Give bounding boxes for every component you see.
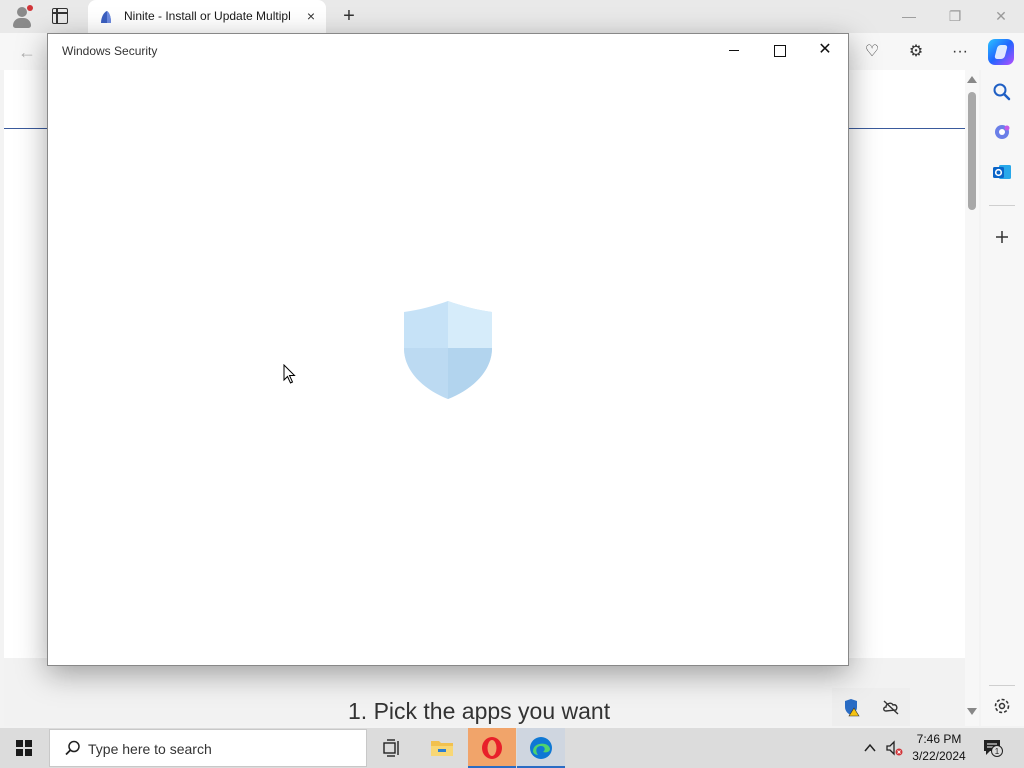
ninite-favicon-icon (101, 11, 111, 23)
volume-muted-icon[interactable] (884, 738, 904, 758)
add-icon[interactable] (990, 225, 1014, 249)
browser-close-icon[interactable]: ✕ (990, 6, 1012, 26)
file-explorer-button[interactable] (418, 728, 466, 768)
defender-warning-icon[interactable] (840, 696, 862, 718)
taskbar-search-box[interactable]: Type here to search (49, 729, 367, 767)
extensions-icon[interactable]: ⚙ (904, 40, 928, 64)
browser-sidebar (981, 70, 1024, 726)
sidebar-divider (989, 685, 1015, 686)
windows-security-dialog: Windows Security ✕ (47, 33, 849, 666)
outlook-icon[interactable] (990, 160, 1014, 184)
taskbar: Type here to search 7:46 PM 3/22/2024 1 (0, 728, 1024, 768)
copilot-icon[interactable] (988, 39, 1014, 65)
task-view-button[interactable] (368, 728, 416, 768)
sidebar-divider (989, 205, 1015, 206)
tab-title: Ninite - Install or Update Multipl (124, 9, 291, 23)
file-explorer-icon (431, 741, 453, 756)
dialog-maximize-icon[interactable] (764, 39, 794, 63)
mouse-cursor-icon (283, 364, 296, 384)
copilot-apps-icon[interactable] (990, 120, 1014, 144)
more-menu-icon[interactable]: ··· (948, 40, 972, 64)
chevron-up-icon[interactable] (860, 738, 880, 758)
dialog-minimize-icon[interactable] (719, 39, 749, 63)
clock-date[interactable]: 3/22/2024 (906, 749, 972, 763)
windows-start-icon[interactable] (16, 740, 32, 756)
page-scrollbar[interactable] (965, 70, 979, 726)
windows-security-shield-icon (404, 301, 492, 399)
scroll-thumb[interactable] (968, 92, 976, 210)
dialog-close-icon[interactable]: ✕ (810, 39, 840, 63)
opera-icon (482, 737, 502, 759)
opera-browser-button[interactable] (468, 728, 516, 768)
tab-actions-icon[interactable] (52, 8, 68, 24)
task-view-icon (383, 739, 399, 757)
dialog-title: Windows Security (62, 44, 158, 58)
search-icon (65, 740, 80, 756)
scroll-up-icon[interactable] (967, 76, 977, 83)
tab-close-icon[interactable]: × (302, 7, 320, 25)
browser-tab-bar: Ninite - Install or Update Multipl × + —… (0, 0, 1024, 33)
settings-icon[interactable] (990, 694, 1014, 718)
profile-avatar-icon[interactable] (10, 5, 34, 29)
edge-browser-button[interactable] (517, 728, 565, 768)
search-placeholder: Type here to search (88, 741, 212, 757)
browser-essentials-icon[interactable]: ♡ (860, 40, 884, 64)
search-icon[interactable] (990, 80, 1014, 104)
new-tab-icon[interactable]: + (338, 5, 360, 27)
browser-tab-ninite[interactable]: Ninite - Install or Update Multipl × (88, 0, 326, 33)
page-overlay-icons (832, 688, 910, 726)
page-heading: 1. Pick the apps you want (348, 698, 611, 724)
cloud-offline-icon[interactable] (880, 696, 902, 718)
edge-icon (530, 737, 552, 759)
notification-count: 1 (995, 747, 1000, 756)
back-arrow-icon[interactable]: ← (16, 41, 38, 63)
browser-minimize-icon[interactable]: — (898, 6, 920, 26)
scroll-down-icon[interactable] (967, 708, 977, 715)
browser-restore-icon[interactable]: ❐ (944, 6, 966, 26)
clock-time[interactable]: 7:46 PM (910, 732, 968, 746)
notification-center-icon[interactable]: 1 (982, 738, 1004, 758)
